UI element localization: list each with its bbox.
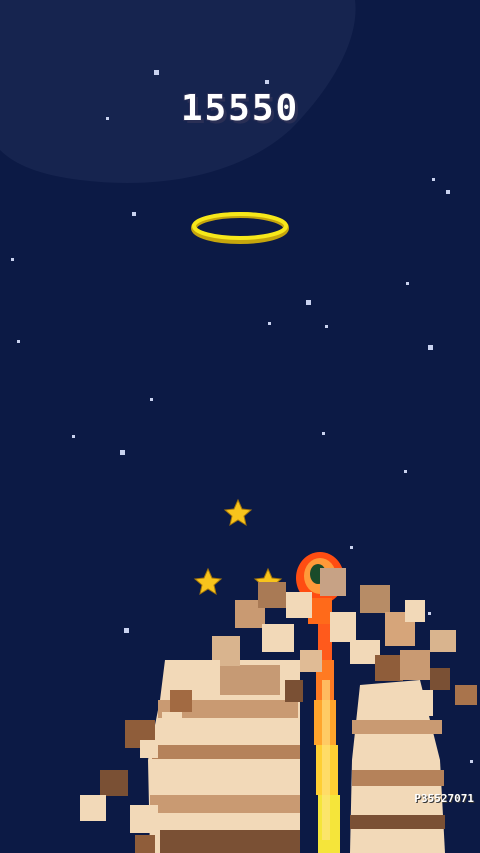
player-id-label: P35527071 bbox=[414, 792, 474, 805]
star-pickup-icon bbox=[193, 567, 223, 596]
star-pickup-icon bbox=[223, 498, 253, 527]
gold-ring-icon bbox=[191, 212, 289, 244]
pixel-planet-icon bbox=[80, 568, 477, 853]
game-canvas[interactable]: 15550 P35527071 bbox=[0, 0, 480, 853]
score-counter: 15550 bbox=[180, 88, 300, 129]
